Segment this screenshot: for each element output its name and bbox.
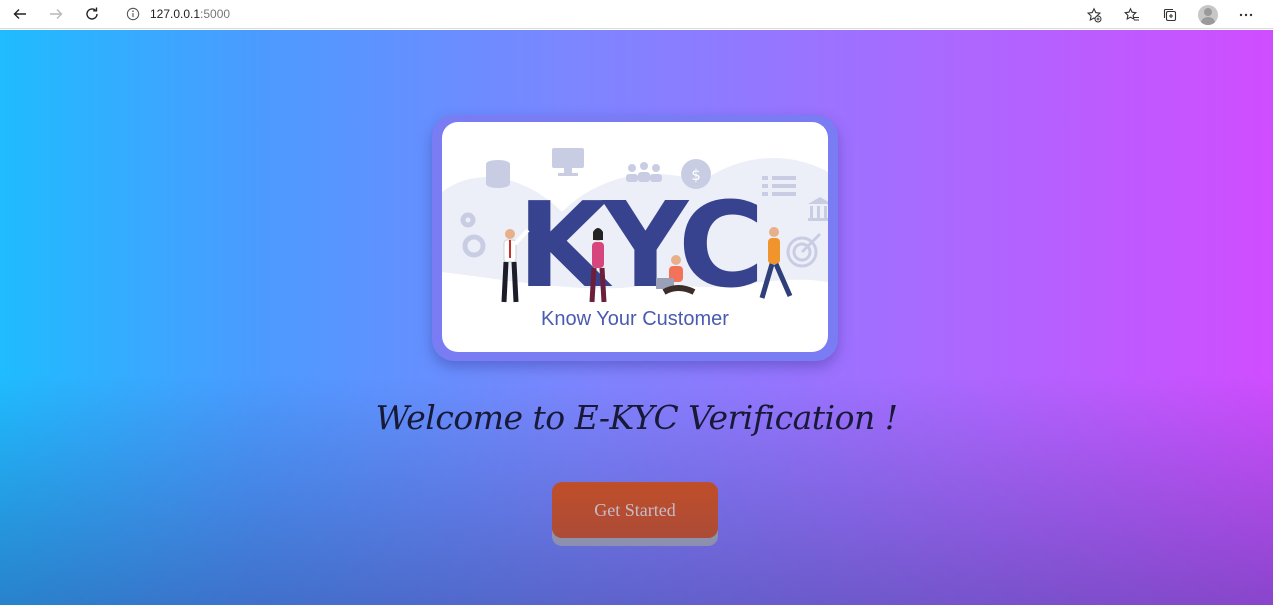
profile-button[interactable] (1189, 0, 1227, 29)
address-host: 127.0.0.1 (150, 7, 201, 21)
forward-button[interactable] (38, 0, 74, 29)
site-info-icon[interactable] (126, 7, 140, 21)
kyc-headline: KYC (517, 176, 758, 314)
get-started-wrapper: Get Started (552, 482, 718, 546)
more-menu-button[interactable] (1227, 0, 1265, 29)
get-started-button[interactable]: Get Started (552, 482, 718, 538)
add-favorite-icon (1086, 7, 1102, 22)
reload-button[interactable] (74, 0, 110, 29)
kyc-caption: Know Your Customer (541, 308, 729, 330)
back-button[interactable] (2, 0, 38, 29)
database-icon (486, 160, 510, 188)
kyc-image-frame: $ KYC Know Your Customer (432, 115, 838, 361)
favorites-icon (1124, 7, 1139, 21)
reload-icon (86, 7, 98, 20)
monitor-icon (552, 148, 584, 176)
landing-page: $ KYC Know Your Customer Welcome to E-KY… (0, 30, 1273, 605)
collections-icon (1163, 8, 1177, 21)
welcome-heading: Welcome to E-KYC Verification ! (375, 398, 898, 437)
collections-button[interactable] (1151, 0, 1189, 29)
address-bar[interactable]: 127.0.0.1:5000 (126, 0, 230, 29)
list-icon (762, 176, 796, 196)
add-favorite-button[interactable] (1075, 0, 1113, 29)
profile-avatar (1198, 4, 1218, 25)
back-arrow-icon (13, 9, 26, 19)
forward-arrow-icon (50, 9, 63, 19)
more-menu-icon (1239, 13, 1253, 16)
kyc-illustration: $ KYC Know Your Customer (442, 122, 828, 352)
browser-toolbar: 127.0.0.1:5000 (0, 0, 1273, 29)
favorites-button[interactable] (1113, 0, 1151, 29)
address-port: :5000 (200, 7, 231, 21)
